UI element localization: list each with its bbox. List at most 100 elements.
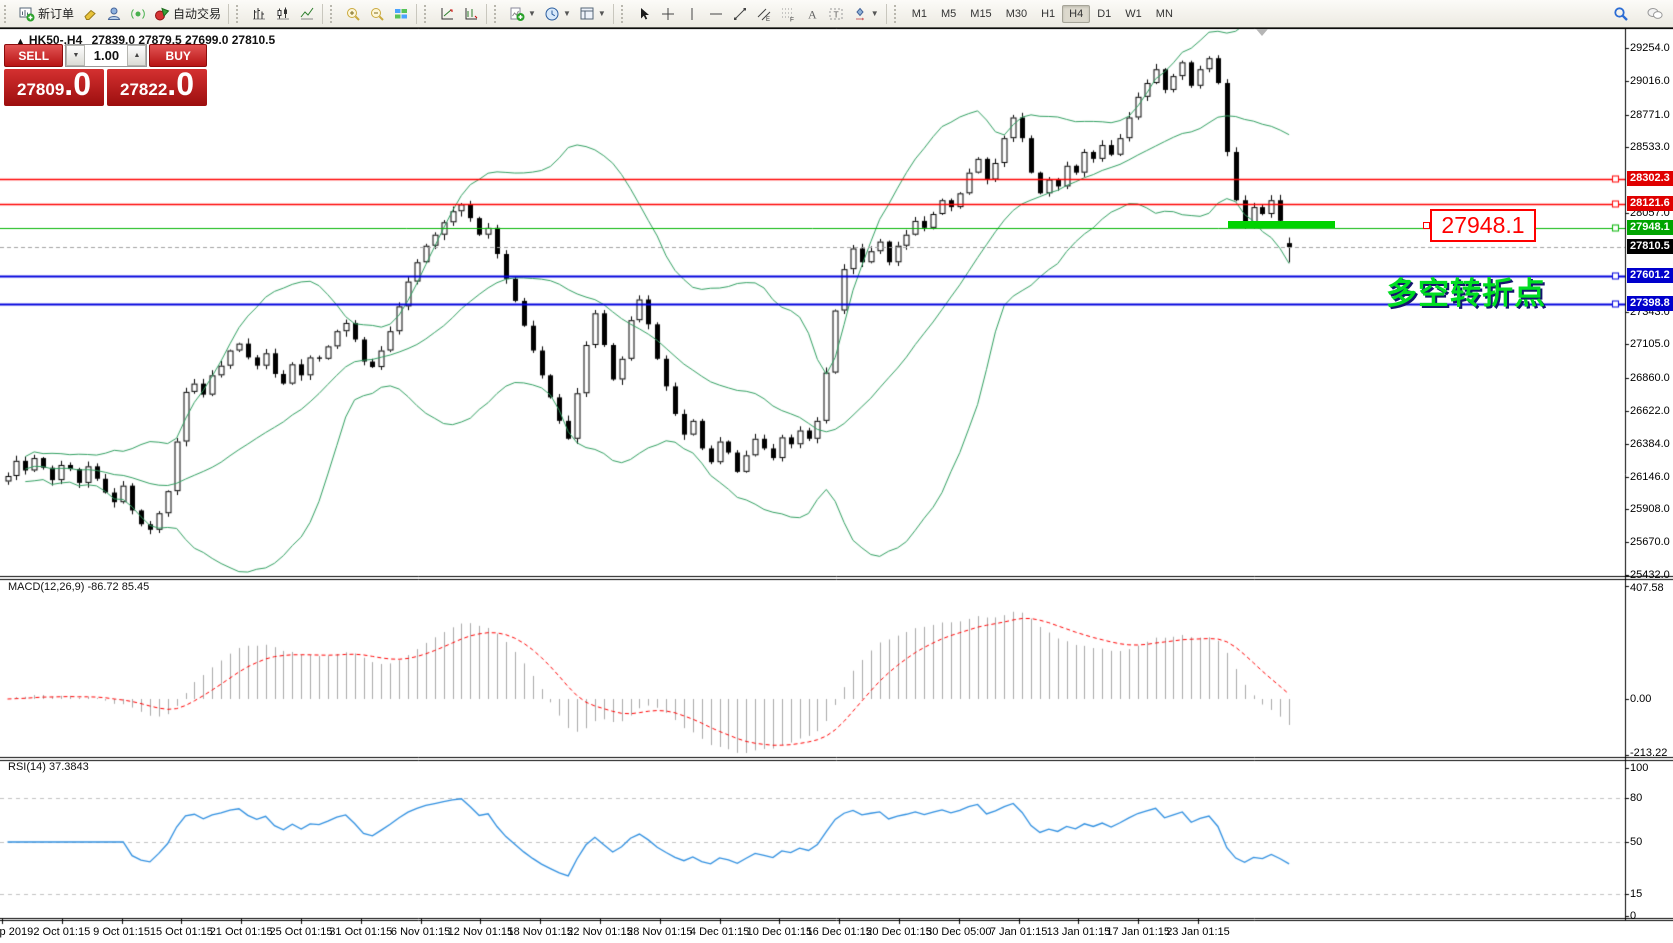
volume-decrease-button[interactable]: ▼ (66, 45, 85, 66)
rsi-axis-label: 0 (1630, 910, 1636, 922)
time-tick-label: 30 Dec 05:00 (926, 926, 991, 938)
timeframe-button-w1[interactable]: W1 (1118, 5, 1149, 23)
dropdown-arrow-icon[interactable]: ▼ (563, 9, 571, 18)
line-chart-button[interactable] (295, 2, 319, 26)
price-callout-box[interactable]: 27948.1 (1430, 209, 1536, 242)
toolbar-separator (613, 4, 614, 24)
crosshair-button[interactable] (656, 2, 680, 26)
toolbar-grip[interactable] (621, 5, 629, 23)
chart-canvas[interactable] (0, 28, 1673, 943)
templates-button-icon (579, 6, 595, 22)
timeframe-button-m30[interactable]: M30 (999, 5, 1034, 23)
search-icon[interactable] (1609, 2, 1633, 26)
sell-button[interactable]: SELL (4, 44, 63, 67)
sell-price-main: 27809 (17, 72, 64, 100)
svg-text:F: F (790, 16, 794, 22)
shapes-button[interactable]: ▼ (848, 2, 883, 26)
toolbar-grip[interactable] (4, 5, 12, 23)
toolbar-grip[interactable] (424, 5, 432, 23)
zoom-out-button[interactable] (365, 2, 389, 26)
price-tick-label: 26384.0 (1630, 438, 1670, 450)
label-button[interactable]: T (824, 2, 848, 26)
eraser-button-icon (82, 6, 98, 22)
dropdown-arrow-icon[interactable]: ▼ (528, 9, 536, 18)
timeframe-button-mn[interactable]: MN (1149, 5, 1180, 23)
fibonacci-button-icon: F (780, 6, 796, 22)
timeframe-button-m15[interactable]: M15 (963, 5, 998, 23)
toolbar-grip[interactable] (494, 5, 502, 23)
main-toolbar: 新订单 自动交易 ▼ ▼ ▼ E F AT ▼ M1M5M15M30H1H4D1W1MN (0, 0, 1673, 29)
chat-icon-icon (1647, 6, 1663, 22)
timeframe-button-d1[interactable]: D1 (1090, 5, 1118, 23)
timeframe-button-h4[interactable]: H4 (1062, 5, 1090, 23)
timeframe-button-m5[interactable]: M5 (934, 5, 963, 23)
buy-button[interactable]: BUY (149, 44, 207, 67)
time-tick-label: 15 Oct 01:15 (150, 926, 213, 938)
text-button-icon: A (804, 6, 820, 22)
chart-shift-button[interactable] (459, 2, 483, 26)
dropdown-arrow-icon[interactable]: ▼ (598, 9, 606, 18)
buy-price-frac: .0 (167, 69, 194, 99)
buy-price[interactable]: 27822 .0 (107, 69, 207, 106)
new-order-button[interactable]: 新订单 (15, 2, 78, 26)
price-tick-label: 29254.0 (1630, 42, 1670, 54)
vline-button[interactable] (680, 2, 704, 26)
auto-scroll-button-icon (439, 6, 455, 22)
one-click-trading-panel: SELL ▼ 1.00 ▲ BUY 27809 .0 27822 .0 (4, 44, 207, 106)
price-tick-label: 26146.0 (1630, 471, 1670, 483)
turning-point-annotation[interactable]: 多空转折点 (1386, 268, 1546, 313)
toolbar-grip[interactable] (330, 5, 338, 23)
macd-axis-label: 407.58 (1630, 582, 1664, 594)
toolbar-grip[interactable] (894, 5, 902, 23)
signals-button[interactable] (126, 2, 150, 26)
fibonacci-button[interactable]: F (776, 2, 800, 26)
sell-price-frac: .0 (64, 69, 91, 99)
timeframe-button-m1[interactable]: M1 (905, 5, 934, 23)
indicators-button[interactable]: ▼ (505, 2, 540, 26)
buy-price-main: 27822 (120, 72, 167, 100)
auto-trading-button-icon (154, 6, 170, 22)
eraser-button[interactable] (78, 2, 102, 26)
auto-trading-button[interactable]: 自动交易 (150, 2, 225, 26)
price-tick-label: 28533.0 (1630, 141, 1670, 153)
price-tick-label: 26860.0 (1630, 372, 1670, 384)
callout-anchor-handle[interactable] (1423, 222, 1430, 229)
volume-increase-button[interactable]: ▲ (127, 45, 146, 66)
price-tick-label: 27105.0 (1630, 338, 1670, 350)
rsi-axis-label: 50 (1630, 836, 1642, 848)
chart-shift-marker-icon[interactable] (1256, 29, 1268, 36)
toolbar-separator (228, 4, 229, 24)
zoom-in-button[interactable] (341, 2, 365, 26)
sell-price[interactable]: 27809 .0 (4, 69, 104, 106)
time-tick-label: 6 Nov 01:15 (391, 926, 450, 938)
periods-button[interactable]: ▼ (540, 2, 575, 26)
hline-button[interactable] (704, 2, 728, 26)
highlight-line-object[interactable] (1228, 221, 1335, 228)
price-tick-label: 25670.0 (1630, 536, 1670, 548)
bar-chart-button[interactable] (247, 2, 271, 26)
time-tick-label: 12 Nov 01:15 (448, 926, 513, 938)
profiles-button[interactable] (102, 2, 126, 26)
time-tick-label: 16 Dec 01:15 (806, 926, 871, 938)
text-button[interactable]: A (800, 2, 824, 26)
tile-windows-button[interactable] (389, 2, 413, 26)
timeframe-button-h1[interactable]: H1 (1034, 5, 1062, 23)
templates-button[interactable]: ▼ (575, 2, 610, 26)
time-tick-label: 10 Dec 01:15 (747, 926, 812, 938)
toolbar-separator (486, 4, 487, 24)
volume-value[interactable]: 1.00 (85, 45, 127, 66)
line-chart-button-icon (299, 6, 315, 22)
channel-button[interactable]: E (752, 2, 776, 26)
time-axis[interactable]: 25 Sep 20192 Oct 01:159 Oct 01:1515 Oct … (0, 921, 1625, 943)
price-tick-label: 25432.0 (1630, 569, 1670, 581)
toolbar-grip[interactable] (236, 5, 244, 23)
price-tag: 28121.6 (1627, 196, 1673, 211)
chat-icon[interactable] (1643, 2, 1667, 26)
cursor-button[interactable] (632, 2, 656, 26)
chart-shift-button-icon (463, 6, 479, 22)
auto-scroll-button[interactable] (435, 2, 459, 26)
label-button-icon: T (828, 6, 844, 22)
dropdown-arrow-icon[interactable]: ▼ (871, 9, 879, 18)
candle-chart-button[interactable] (271, 2, 295, 26)
trendline-button[interactable] (728, 2, 752, 26)
